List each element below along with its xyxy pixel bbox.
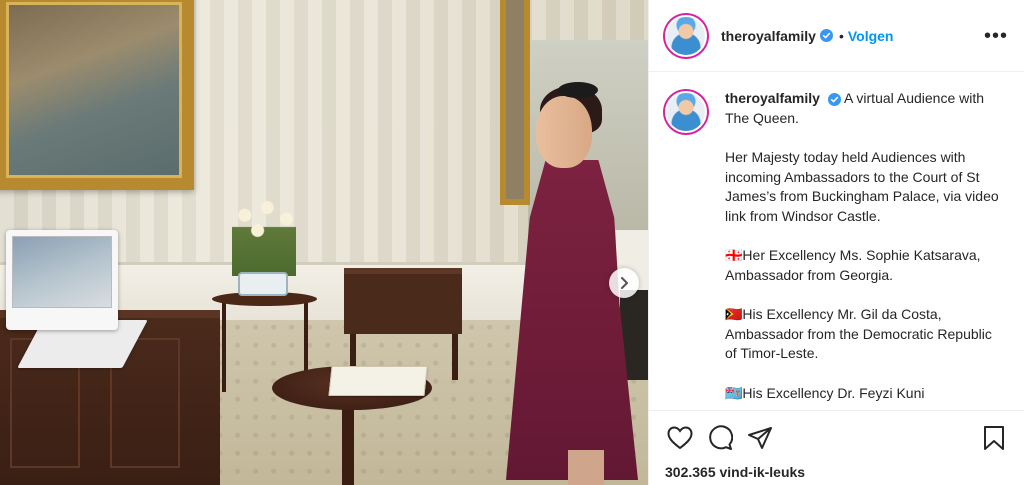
chest-leg xyxy=(452,330,458,380)
video-screen xyxy=(6,230,118,330)
gilded-frame xyxy=(500,0,530,205)
caption-paragraph: 🇹🇱His Excellency Mr. Gil da Costa, Ambas… xyxy=(725,306,992,361)
caption-first-paragraph: theroyalfamily A virtual Audience with T… xyxy=(725,89,1005,128)
post-photo[interactable] xyxy=(0,0,648,485)
caption-paragraph: 🇬🇪Her Excellency Ms. Sophie Katsarava, A… xyxy=(725,247,981,283)
share-button[interactable] xyxy=(745,423,775,453)
like-button[interactable] xyxy=(665,423,695,453)
book xyxy=(328,366,428,396)
table-stem xyxy=(342,400,354,485)
more-options-icon[interactable]: ••• xyxy=(984,26,1008,46)
comment-icon xyxy=(709,425,733,450)
ambassador-hat xyxy=(558,82,598,98)
bookmark-icon xyxy=(984,426,1004,450)
video-feed xyxy=(12,236,112,308)
carousel-next-button[interactable] xyxy=(609,268,639,298)
username-link[interactable]: theroyalfamily xyxy=(721,28,816,44)
save-button[interactable] xyxy=(979,423,1009,453)
framed-painting xyxy=(0,0,194,190)
caption-section: theroyalfamily A virtual Audience with T… xyxy=(649,73,1024,408)
comment-button[interactable] xyxy=(705,423,735,453)
caption-username-link[interactable]: theroyalfamily xyxy=(725,90,820,106)
caption-text: theroyalfamily A virtual Audience with T… xyxy=(725,89,1005,408)
verified-badge-icon xyxy=(819,29,833,42)
likes-count[interactable]: 302.365 vind-ik-leuks xyxy=(665,464,1009,480)
flower-pot xyxy=(238,272,288,296)
post-sidebar: theroyalfamily • Volgen ••• theroyalfami… xyxy=(648,0,1024,485)
avatar[interactable] xyxy=(665,14,707,57)
separator-dot: • xyxy=(838,27,844,44)
share-icon xyxy=(748,427,772,449)
caption-avatar[interactable] xyxy=(665,91,707,133)
action-icons xyxy=(665,419,1009,457)
table-leg xyxy=(222,302,226,392)
post-header: theroyalfamily • Volgen ••• xyxy=(649,0,1024,72)
follow-button[interactable]: Volgen xyxy=(848,28,894,44)
ambassador-legs xyxy=(568,450,604,485)
caption-paragraph: 🇫🇯His Excellency Dr. Feyzi Kuni xyxy=(725,384,925,401)
heart-icon xyxy=(667,426,693,450)
orchid-flowers xyxy=(232,200,296,276)
caption-paragraph: Her Majesty today held Audiences with in… xyxy=(725,149,999,224)
ambassador-face xyxy=(536,96,592,168)
wooden-chest xyxy=(344,268,462,334)
verified-badge-icon xyxy=(827,92,841,106)
post-actions: 302.365 vind-ik-leuks xyxy=(649,410,1024,485)
chevron-right-icon xyxy=(621,277,628,289)
